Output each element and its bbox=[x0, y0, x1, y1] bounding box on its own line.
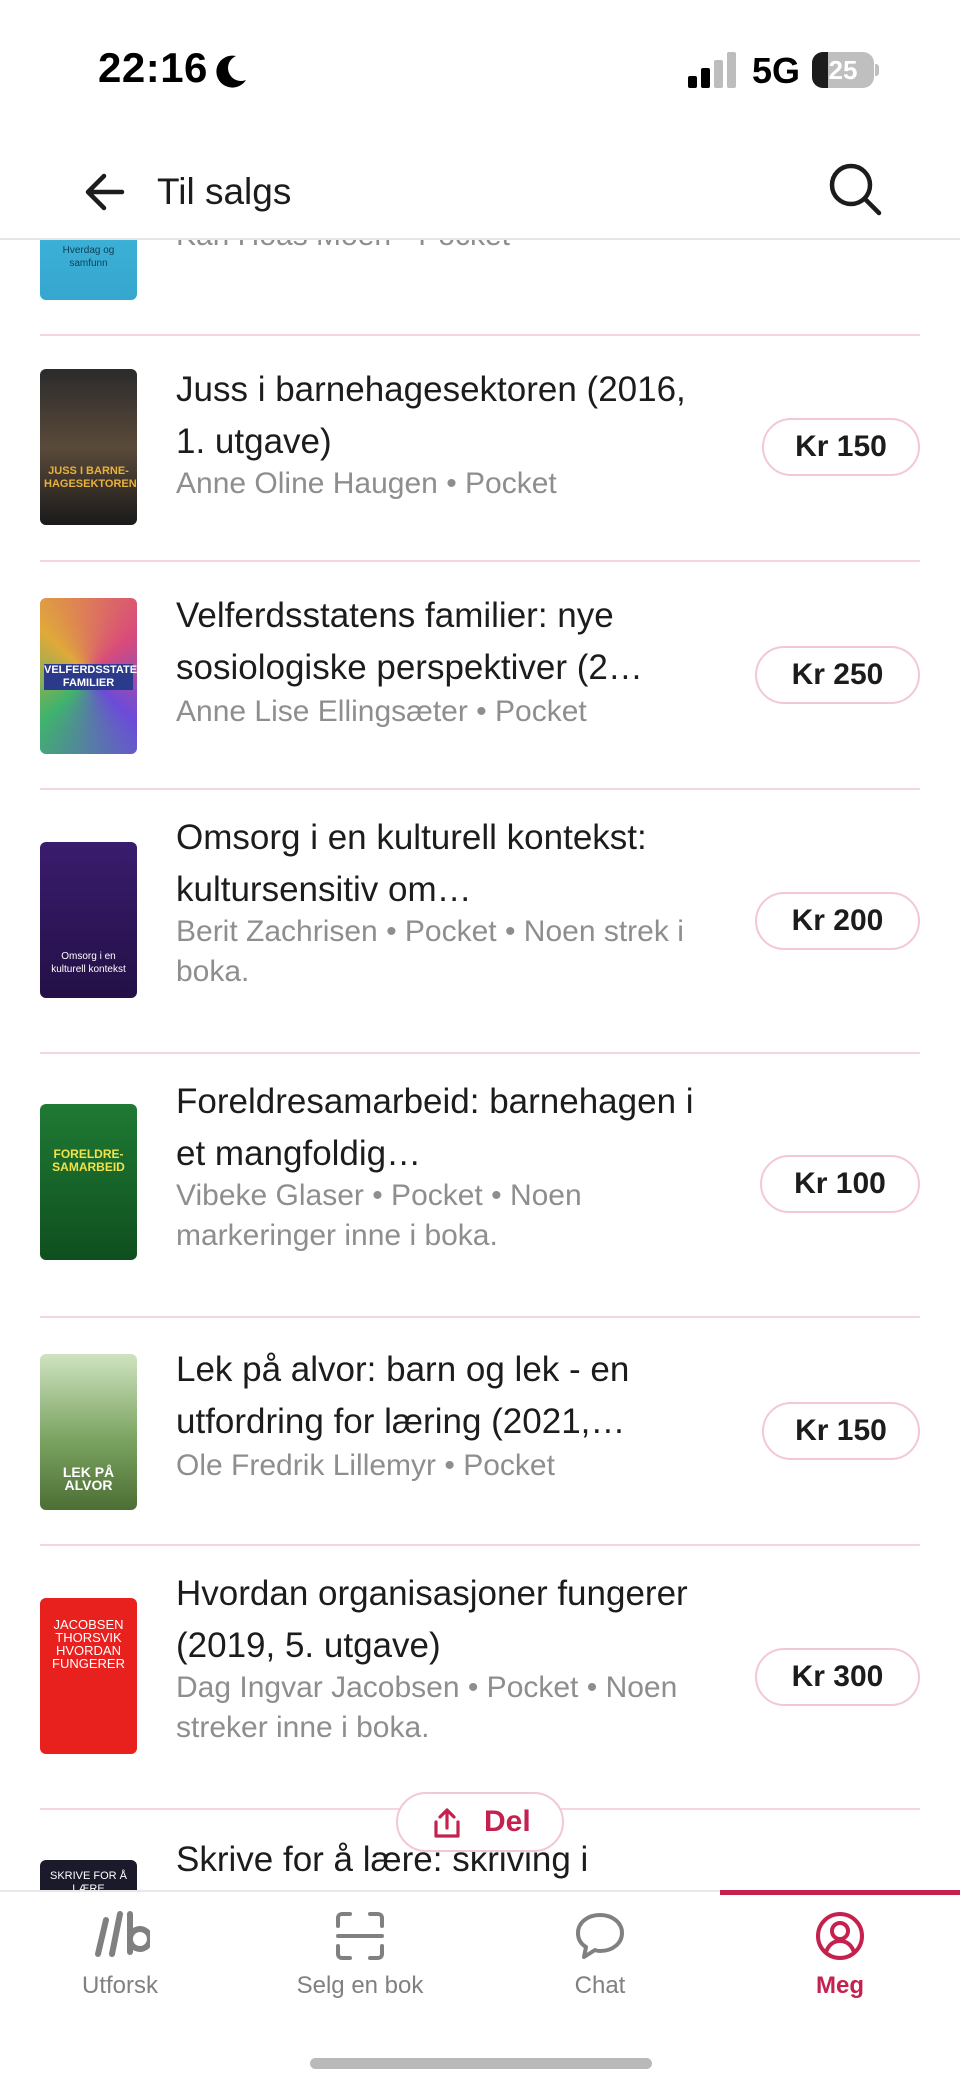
listing-meta: Anne Oline Haugen • Pocket bbox=[176, 467, 557, 500]
logo-icon bbox=[95, 1911, 150, 1957]
scan-icon bbox=[336, 1912, 384, 1960]
tab-label: Selg en bok bbox=[296, 1972, 424, 1999]
listing-row[interactable]: Omsorg i en kulturell kontekst Omsorg i … bbox=[0, 790, 960, 1054]
tab-label: Utforsk bbox=[81, 1972, 158, 1999]
chat-bubble-icon bbox=[576, 1913, 624, 1959]
network-type: 5G bbox=[752, 50, 801, 91]
listing-meta: Berit Zachrisen • Pocket • Noen strek i … bbox=[176, 915, 684, 988]
book-cover: FORELDRE-SAMARBEID bbox=[40, 1104, 137, 1260]
tab-label: Meg bbox=[816, 1972, 864, 1999]
home-indicator[interactable] bbox=[310, 2058, 652, 2069]
listing-row[interactable]: FORELDRE-SAMARBEID Foreldresamarbeid: ba… bbox=[0, 1054, 960, 1318]
listing-row[interactable]: JACOBSEN THORSVIK HVORDAN FUNGERER Hvord… bbox=[0, 1546, 960, 1810]
listing-title[interactable]: Lek på alvor: barn og lek - en utfordrin… bbox=[176, 1344, 716, 1448]
price-badge[interactable]: Kr 250 bbox=[755, 646, 920, 704]
tab-utforsk[interactable]: Utforsk bbox=[0, 1892, 240, 2012]
page-title: Til salgs bbox=[157, 171, 292, 212]
status-bar: 22:16 5G 25 bbox=[0, 0, 960, 140]
listing-row[interactable]: VELFERDSSTATENS FAMILIER Velferdsstatens… bbox=[0, 562, 960, 790]
listing-meta: Dag Ingvar Jacobsen • Pocket • Noen stre… bbox=[176, 1671, 678, 1744]
top-app-bar: Til salgs bbox=[0, 140, 960, 240]
price-badge[interactable]: Kr 300 bbox=[755, 1648, 920, 1706]
battery-icon: 25 bbox=[812, 52, 879, 88]
clock: 22:16 bbox=[98, 44, 208, 91]
book-cover: Hverdag og samfunn bbox=[40, 240, 137, 300]
listing-title[interactable]: Velferdsstatens familier: nye sosiologis… bbox=[176, 590, 716, 694]
tab-label: Chat bbox=[574, 1972, 626, 1999]
search-icon[interactable] bbox=[824, 158, 886, 220]
listing-list[interactable]: Hverdag og samfunn Kari Hoås Moen • Pock… bbox=[0, 240, 960, 1892]
book-cover: Omsorg i en kulturell kontekst bbox=[40, 842, 137, 998]
book-cover: JUSS I BARNE-HAGESEKTOREN bbox=[40, 369, 137, 525]
price-badge[interactable]: Kr 150 bbox=[762, 1402, 920, 1460]
back-arrow-icon[interactable] bbox=[78, 164, 134, 220]
listing-title[interactable]: Hvordan organisasjoner fungerer (2019, 5… bbox=[176, 1568, 716, 1672]
share-icon bbox=[434, 1808, 460, 1838]
listing-row[interactable]: LEK PÅ ALVOR Lek på alvor: barn og lek -… bbox=[0, 1318, 960, 1546]
profile-icon bbox=[816, 1912, 864, 1960]
book-cover: VELFERDSSTATENS FAMILIER bbox=[40, 598, 137, 754]
listing-title[interactable]: Juss i barnehagesektoren (2016, 1. utgav… bbox=[176, 364, 716, 468]
listing-meta: Vibeke Glaser • Pocket • Noen markeringe… bbox=[176, 1179, 582, 1252]
share-button[interactable]: Del bbox=[396, 1792, 564, 1852]
book-cover: LEK PÅ ALVOR bbox=[40, 1354, 137, 1510]
bottom-tab-bar: Utforsk Selg en bok Chat Meg bbox=[0, 1890, 960, 2081]
price-badge[interactable]: Kr 100 bbox=[760, 1155, 920, 1213]
price-badge[interactable]: Kr 150 bbox=[762, 418, 920, 476]
listing-title[interactable]: Foreldresamarbeid: barnehagen i et mangf… bbox=[176, 1076, 716, 1180]
moon-icon bbox=[216, 55, 246, 88]
listing-meta: Anne Lise Ellingsæter • Pocket bbox=[176, 695, 587, 728]
listing-row[interactable]: JUSS I BARNE-HAGESEKTOREN Juss i barneha… bbox=[0, 336, 960, 562]
book-cover: JACOBSEN THORSVIK HVORDAN FUNGERER bbox=[40, 1598, 137, 1754]
tab-meg[interactable]: Meg bbox=[720, 1892, 960, 2012]
tab-chat[interactable]: Chat bbox=[480, 1892, 720, 2012]
tab-selg-en-bok[interactable]: Selg en bok bbox=[240, 1892, 480, 2012]
share-label: Del bbox=[484, 1805, 531, 1838]
price-badge[interactable]: Kr 200 bbox=[755, 892, 920, 950]
listing-meta: Ole Fredrik Lillemyr • Pocket bbox=[176, 1449, 555, 1482]
listing-row[interactable]: Hverdag og samfunn Kari Hoås Moen • Pock… bbox=[0, 240, 960, 336]
signal-icon bbox=[688, 52, 736, 88]
listing-title[interactable]: Omsorg i en kulturell kontekst: kulturse… bbox=[176, 812, 716, 916]
battery-level: 25 bbox=[828, 55, 858, 85]
listing-meta: Kari Hoås Moen • Pocket bbox=[176, 240, 716, 256]
book-cover: SKRIVE FOR Å LÆRE bbox=[40, 1860, 137, 1892]
